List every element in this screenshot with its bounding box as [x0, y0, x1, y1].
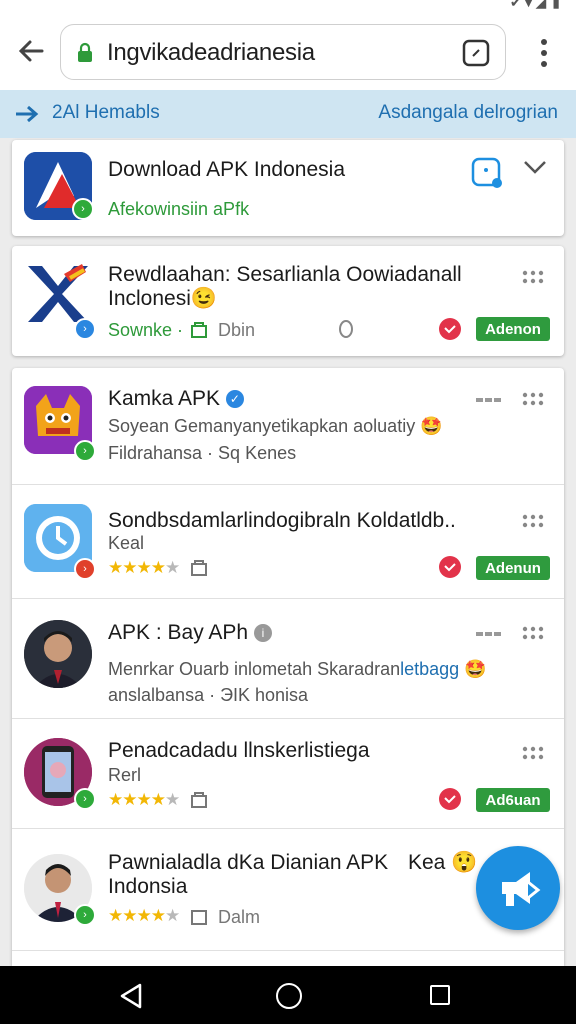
- more-options-icon[interactable]: [522, 392, 544, 406]
- share-icon[interactable]: [470, 156, 504, 190]
- info-icon: i: [253, 624, 272, 642]
- status-icons: ✔▼◢ ▮: [510, 0, 560, 11]
- list-item-title[interactable]: Penadcadadu llnskerlistiega: [108, 738, 370, 763]
- divider: [12, 598, 564, 599]
- install-button[interactable]: Adenon: [476, 317, 550, 341]
- list-item-meta: Dalm: [218, 907, 261, 927]
- megaphone-icon: [502, 872, 541, 906]
- store-icon: [191, 910, 207, 925]
- list-item-title[interactable]: Sondbsdamlarlindogibraln Koldatldb..: [108, 508, 456, 533]
- list-item-title[interactable]: APK : Bay APh i: [108, 620, 272, 645]
- emoji-icon: 😲: [451, 851, 478, 874]
- list-item-title[interactable]: Pawnialadla dKa Dianian APK: [108, 850, 388, 875]
- dash-icon: [476, 398, 501, 402]
- divider: [12, 828, 564, 829]
- sponsored-meta-right: Dbin: [218, 320, 256, 340]
- verified-badge-icon: ›: [74, 440, 96, 462]
- sponsored-card[interactable]: › Rewdlaahan: Sesarlianla Oowiadanall In…: [12, 246, 564, 356]
- emoji-icon: 🤩: [420, 416, 443, 436]
- signal-icon: ✔▼◢: [509, 0, 547, 10]
- battery-icon: ▮: [552, 0, 560, 10]
- rating-stars: ★★★★★: [108, 558, 180, 577]
- rating-stars: ★★★★★: [108, 790, 180, 809]
- system-nav-bar: [0, 966, 576, 1024]
- lock-icon: [78, 42, 92, 62]
- verified-check-icon: ✓: [225, 390, 244, 408]
- list-item-desc: Keal: [108, 533, 145, 553]
- store-icon: [191, 322, 207, 338]
- list-item-desc: Soyean Gemanyanyetikapkan aoluatiy 🤩: [108, 416, 443, 436]
- more-options-icon[interactable]: [522, 746, 544, 760]
- featured-title[interactable]: Download APK Indonesia: [108, 157, 345, 182]
- divider: [12, 718, 564, 719]
- featured-subtitle: Afekowinsiin aPfk: [108, 199, 250, 219]
- info-icon: [339, 320, 353, 338]
- heart-icon[interactable]: [438, 556, 462, 578]
- update-badge-icon: ›: [74, 558, 96, 580]
- fab-button[interactable]: [476, 846, 560, 930]
- verified-badge-icon: ›: [74, 318, 96, 340]
- info-banner: 2Al Hemabls Asdangala delrogrian: [0, 90, 576, 138]
- overflow-menu-icon[interactable]: [532, 36, 556, 70]
- chevron-down-icon[interactable]: [522, 158, 548, 176]
- list-item-avatar: [24, 620, 92, 688]
- store-icon: [191, 560, 207, 576]
- nav-recents-icon[interactable]: [430, 985, 450, 1005]
- rating-stars: ★★★★★: [108, 906, 180, 925]
- more-options-icon[interactable]: [522, 514, 544, 528]
- nav-home-icon[interactable]: [276, 983, 302, 1009]
- featured-card[interactable]: › Download APK Indonesia Afekowinsiin aP…: [12, 140, 564, 236]
- list-item-meta: anslalbansa · ЭIK honisa: [108, 685, 309, 705]
- list-item-title-suffix: Kea 😲: [408, 851, 478, 874]
- back-arrow-icon[interactable]: [14, 34, 48, 68]
- arrow-right-icon: [16, 105, 39, 123]
- banner-right-link[interactable]: Asdangala delrogrian: [378, 102, 558, 124]
- verified-badge-icon: ›: [72, 198, 94, 220]
- verified-badge-icon: ›: [74, 788, 96, 810]
- sponsored-title-line1[interactable]: Rewdlaahan: Sesarlianla Oowiadanall: [108, 262, 462, 287]
- banner-left-link[interactable]: 2Al Hemabls: [52, 102, 160, 124]
- list-item-meta: Fildrahansa · Sq Kenes: [108, 443, 297, 463]
- install-button[interactable]: Adenun: [476, 556, 550, 580]
- dash-icon: [476, 632, 501, 636]
- list-item-title-line2[interactable]: Indonsia: [108, 874, 187, 899]
- store-icon: [191, 792, 207, 808]
- install-button[interactable]: Ad6uan: [476, 788, 550, 812]
- browser-toolbar: Ingvikadeadrianesia: [0, 14, 576, 90]
- verified-badge-icon: ›: [74, 904, 96, 926]
- url-text[interactable]: Ingvikadeadrianesia: [107, 39, 315, 67]
- more-options-icon[interactable]: [522, 626, 544, 640]
- sponsored-meta-left: Sownke ·: [108, 320, 184, 340]
- heart-icon[interactable]: [438, 318, 462, 340]
- divider: [12, 484, 564, 485]
- divider: [12, 950, 564, 951]
- heart-icon[interactable]: [438, 788, 462, 810]
- more-options-icon[interactable]: [522, 270, 544, 284]
- list-item-desc: Rerl: [108, 765, 142, 785]
- list-item-desc: Menrkar Ouarb inlometah Skaradranletbagg…: [108, 659, 487, 679]
- sponsored-title-line2[interactable]: Inclonesi😉: [108, 286, 217, 311]
- nav-back-icon[interactable]: [118, 982, 144, 1010]
- emoji-icon: 😉: [190, 287, 218, 310]
- emoji-icon: 🤩: [464, 659, 487, 679]
- url-bar[interactable]: Ingvikadeadrianesia: [60, 24, 506, 80]
- tab-switcher-icon[interactable]: [461, 38, 491, 68]
- status-bar: ✔▼◢ ▮: [0, 0, 576, 14]
- list-item-title[interactable]: Kamka APK ✓: [108, 386, 244, 411]
